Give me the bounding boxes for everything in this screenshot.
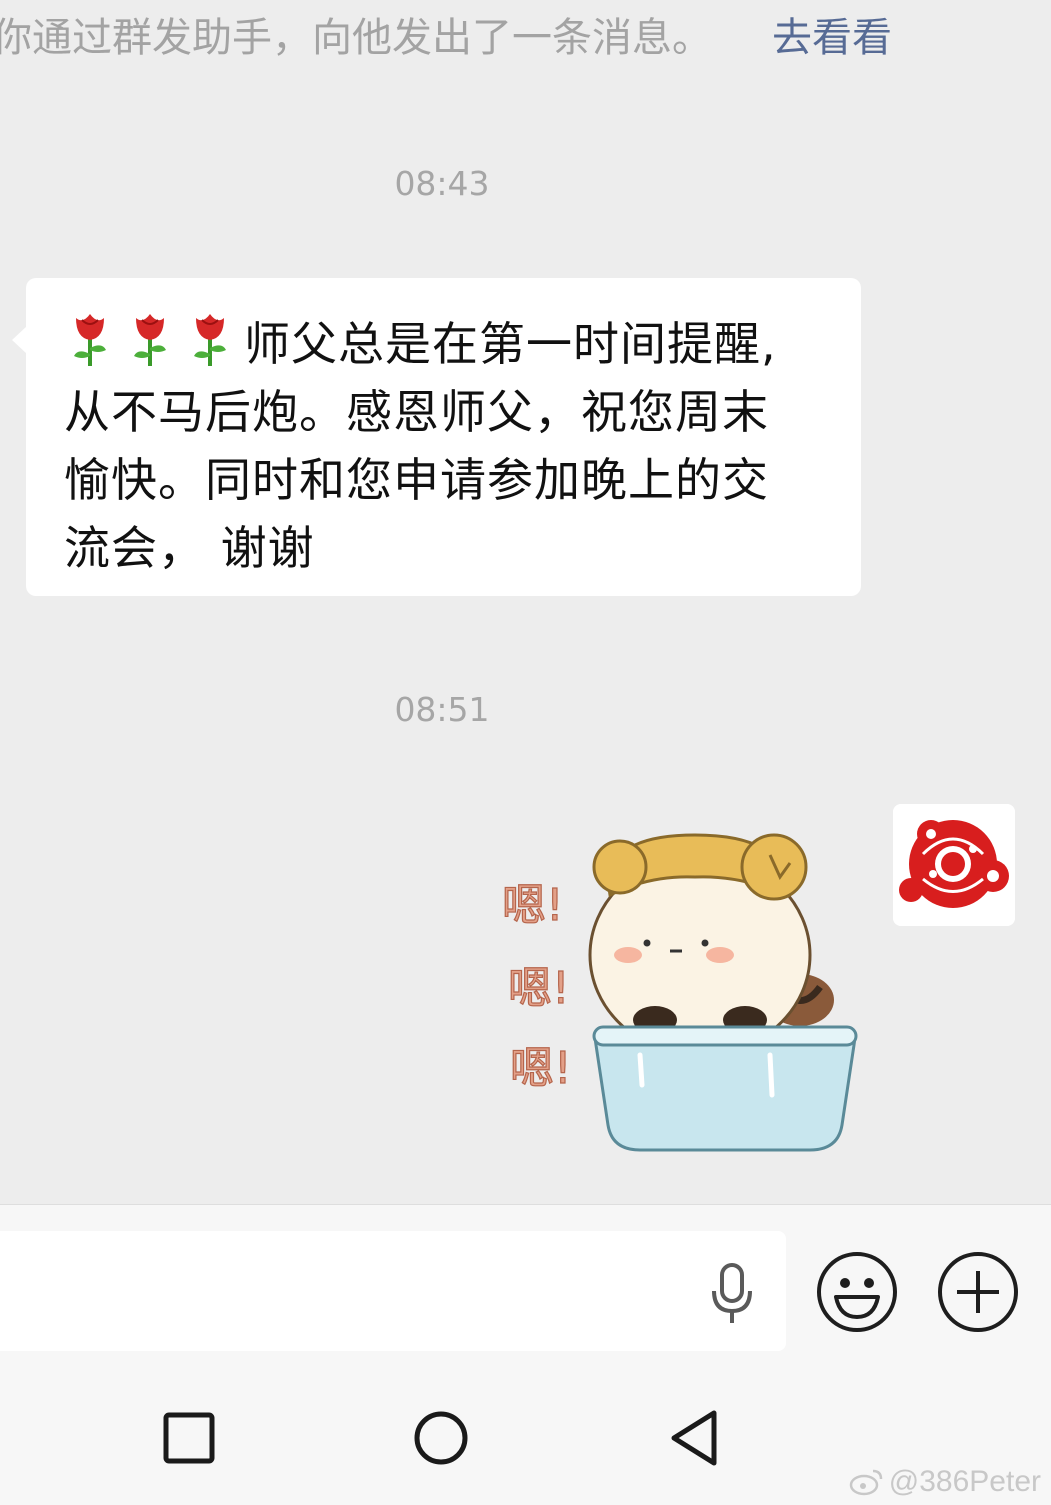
back-icon[interactable] <box>666 1409 724 1467</box>
system-notice: 你通过群发助手，向他发出了一条消息。 去看看 <box>0 10 1051 70</box>
navigation-bar: @386Peter <box>0 1375 1051 1505</box>
sticker-message[interactable]: 嗯! 嗯! 嗯! <box>490 805 870 1175</box>
message-line-2: 从不马后炮。感恩师父，祝您周末 <box>64 385 769 439</box>
bun-bathtub-sticker-icon: 嗯! 嗯! 嗯! <box>501 833 858 1152</box>
watermark: @386Peter <box>849 1465 1041 1499</box>
message-text: 师父总是在第一时间提醒, 从不马后炮。感恩师父，祝您周末 愉快。同时和您申请参加… <box>64 308 844 582</box>
smiley-icon[interactable] <box>816 1251 898 1333</box>
sticker-text-2: 嗯! <box>508 963 570 1014</box>
home-icon[interactable] <box>412 1409 470 1467</box>
message-line-4: 流会， 谢谢 <box>64 521 315 575</box>
paper-cut-avatar-icon <box>893 804 1015 926</box>
system-notice-text: 你通过群发助手，向他发出了一条消息。 <box>0 15 712 61</box>
plus-circle-icon[interactable] <box>937 1251 1019 1333</box>
rose-emoji-icon <box>134 314 166 366</box>
rose-emoji-icon <box>194 314 226 366</box>
weibo-logo-icon <box>849 1469 883 1496</box>
rose-emoji-icon <box>74 314 106 366</box>
message-line-1: 师父总是在第一时间提醒, <box>64 308 844 378</box>
message-line-3: 愉快。同时和您申请参加晚上的交 <box>64 453 769 507</box>
chat-input-bar <box>0 1204 1051 1375</box>
microphone-icon[interactable] <box>708 1263 756 1325</box>
message-timestamp: 08:51 <box>394 690 490 729</box>
sticker-text-1: 嗯! <box>502 880 564 931</box>
sticker-text-3: 嗯! <box>510 1043 572 1094</box>
watermark-text: @386Peter <box>888 1465 1041 1498</box>
message-timestamp: 08:43 <box>394 164 490 203</box>
avatar[interactable] <box>893 804 1015 926</box>
recent-apps-icon[interactable] <box>160 1409 218 1467</box>
view-link[interactable]: 去看看 <box>772 10 892 66</box>
incoming-message-bubble[interactable]: 师父总是在第一时间提醒, 从不马后炮。感恩师父，祝您周末 愉快。同时和您申请参加… <box>12 278 861 596</box>
message-input[interactable] <box>0 1231 786 1351</box>
message-line-1-text: 师父总是在第一时间提醒, <box>244 317 777 371</box>
